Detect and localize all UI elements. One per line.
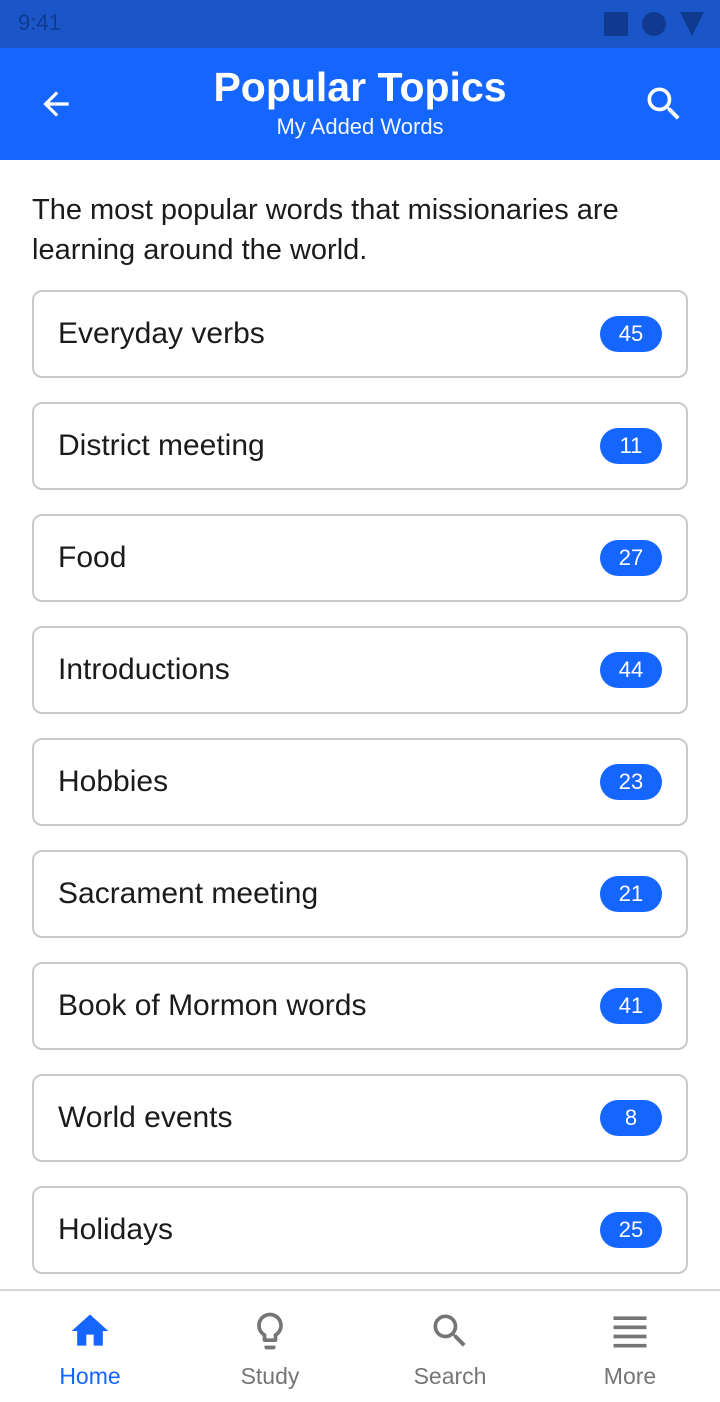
topic-label: Book of Mormon words (58, 989, 367, 1022)
home-icon (71, 1314, 109, 1346)
nav-label: Search (413, 1363, 487, 1389)
topic-count-badge: 21 (600, 876, 662, 912)
nav-study[interactable]: Study (180, 1291, 360, 1402)
stop-icon (604, 12, 628, 36)
search-button[interactable] (632, 76, 696, 132)
topic-label: Food (58, 541, 127, 574)
topic-item[interactable]: Hobbies 23 (32, 738, 688, 826)
lightbulb-icon (257, 1312, 283, 1350)
intro-text: The most popular words that missionaries… (32, 194, 619, 266)
status-bar: 9:41 (0, 0, 720, 48)
nav-search[interactable]: Search (360, 1291, 540, 1402)
status-time: 9:41 (18, 10, 61, 35)
nav-label: Home (59, 1363, 121, 1389)
topic-label: Hobbies (58, 765, 169, 798)
topic-label: Holidays (58, 1213, 174, 1246)
topic-count-badge: 11 (600, 428, 662, 464)
arrow-back-icon (43, 91, 69, 117)
topic-item[interactable]: Sacrament meeting 21 (32, 850, 688, 938)
topic-label: Sacrament meeting (58, 877, 319, 910)
topic-count-badge: 44 (600, 652, 662, 688)
topic-item[interactable]: Introductions 44 (32, 626, 688, 714)
topic-label: District meeting (58, 429, 265, 462)
topic-label: Introductions (58, 653, 230, 686)
topic-item[interactable]: World events 8 (32, 1074, 688, 1162)
topic-item[interactable]: Everyday verbs 45 (32, 290, 688, 378)
signal-triangle-icon (680, 12, 704, 36)
circle-icon (642, 12, 666, 36)
topic-count-badge: 23 (600, 764, 662, 800)
topic-count-badge: 25 (600, 1212, 662, 1248)
topic-item[interactable]: Holidays 25 (32, 1186, 688, 1274)
nav-label: Study (240, 1363, 300, 1389)
title-block: Popular Topics My Added Words (120, 62, 600, 142)
topic-label: World events (58, 1101, 233, 1134)
topic-count-badge: 45 (600, 316, 662, 352)
topic-count-badge: 41 (600, 988, 662, 1024)
nav-home[interactable]: Home (0, 1291, 180, 1402)
topic-item[interactable]: Food 27 (32, 514, 688, 602)
nav-more[interactable]: More (540, 1291, 720, 1402)
back-button[interactable] (24, 76, 88, 132)
bottom-nav: Home Study Search More (0, 1289, 720, 1402)
topic-item[interactable]: District meeting 11 (32, 402, 688, 490)
topic-list: Everyday verbs 45 District meeting 11 Fo… (32, 290, 688, 1298)
page-title: Popular Topics (213, 64, 507, 110)
search-icon (647, 87, 680, 120)
app-bar: Popular Topics My Added Words (0, 48, 720, 160)
topic-count-badge: 27 (600, 540, 662, 576)
status-icons (604, 12, 704, 36)
nav-label: More (603, 1363, 657, 1389)
search-icon (433, 1314, 466, 1347)
topic-count-badge: 8 (600, 1100, 662, 1136)
topic-item[interactable]: Book of Mormon words 41 (32, 962, 688, 1050)
topic-label: Everyday verbs (58, 317, 265, 350)
menu-icon (613, 1316, 647, 1348)
page-subtitle: My Added Words (276, 114, 444, 139)
